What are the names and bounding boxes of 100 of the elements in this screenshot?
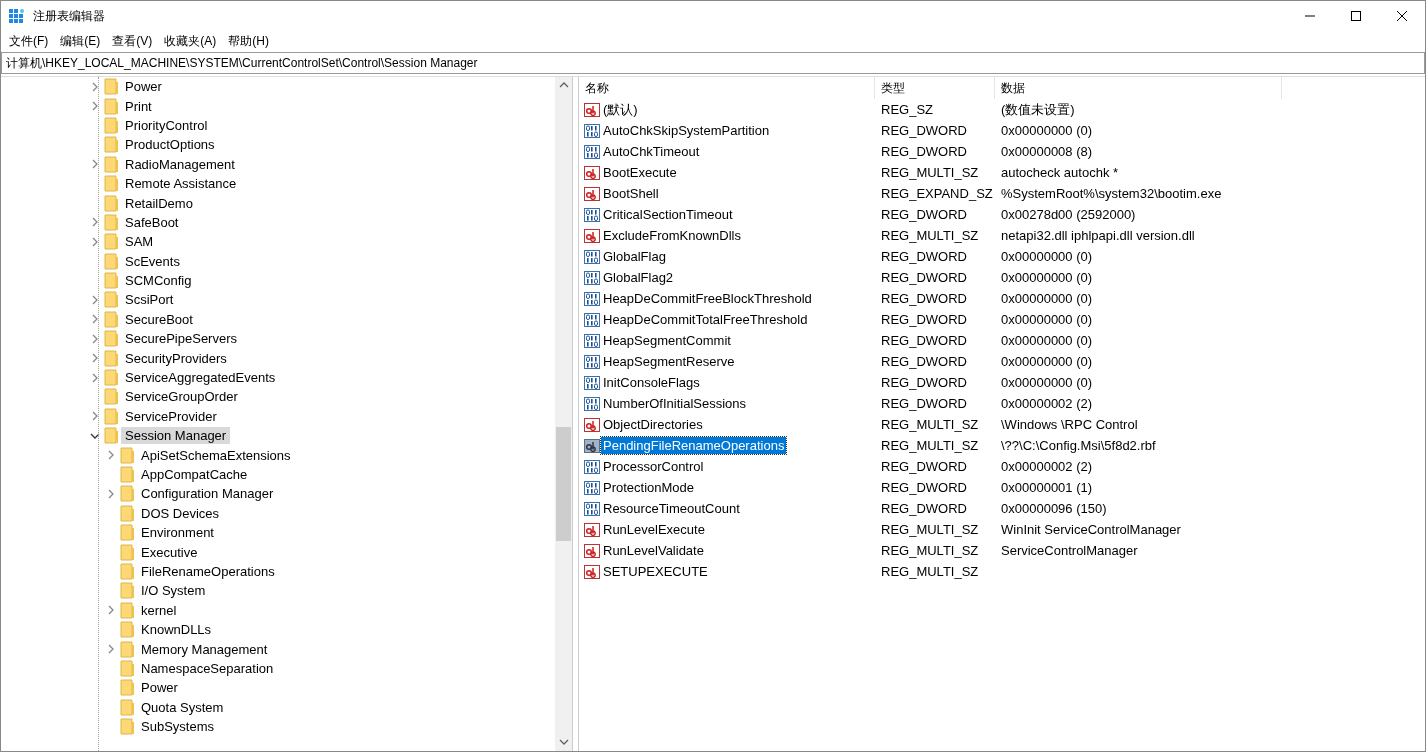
tree-item[interactable]: Memory Management — [137, 640, 272, 658]
tree-item[interactable]: Remote Assistance — [121, 175, 241, 193]
value-name[interactable]: PendingFileRenameOperations — [601, 437, 787, 454]
value-type: REG_DWORD — [880, 375, 968, 390]
tree-item[interactable]: Configuration Manager — [137, 485, 278, 503]
tree-item[interactable]: SubSystems — [137, 718, 218, 736]
tree-item[interactable]: SecureBoot — [121, 310, 197, 328]
value-data: \??\C:\Config.Msi\5f8d2.rbf — [1000, 438, 1157, 453]
tree-item[interactable]: ServiceGroupOrder — [121, 388, 242, 406]
menu-item[interactable]: 编辑(E) — [54, 31, 107, 52]
folder-icon — [104, 194, 119, 212]
value-name[interactable]: ExcludeFromKnownDlls — [601, 227, 743, 244]
value-type: REG_DWORD — [880, 501, 968, 516]
folder-icon — [120, 582, 135, 600]
tree-item[interactable]: FileRenameOperations — [137, 562, 279, 580]
value-name[interactable]: GlobalFlag — [601, 248, 668, 265]
tree-item[interactable]: PriorityControl — [121, 116, 212, 134]
value-name[interactable]: SETUPEXECUTE — [601, 563, 710, 580]
address-field[interactable]: 计算机\HKEY_LOCAL_MACHINE\SYSTEM\CurrentControlSet\Control\Session Manager — [1, 52, 1425, 74]
value-name[interactable]: ObjectDirectories — [601, 416, 705, 433]
folder-icon — [120, 659, 135, 677]
value-data: 0x00000000 (0) — [1000, 291, 1094, 306]
value-name[interactable]: AutoChkTimeout — [601, 143, 702, 160]
tree-item[interactable]: SafeBoot — [121, 213, 183, 231]
folder-icon — [104, 310, 119, 328]
tree-item[interactable]: ServiceProvider — [121, 407, 221, 425]
tree-item[interactable]: KnownDLLs — [137, 621, 216, 639]
menu-item[interactable]: 收藏夹(A) — [158, 31, 223, 52]
value-name[interactable]: GlobalFlag2 — [601, 269, 676, 286]
value-type: REG_SZ — [880, 102, 934, 117]
binary-value-icon — [584, 122, 600, 139]
scrollbar[interactable] — [555, 77, 572, 751]
folder-icon — [104, 78, 119, 96]
tree-item[interactable]: Environment — [137, 524, 218, 542]
tree-item[interactable]: SecurityProviders — [121, 349, 231, 367]
menu-item[interactable]: 帮助(H) — [222, 31, 275, 52]
string-value-icon — [584, 185, 600, 202]
binary-value-icon — [584, 248, 600, 265]
value-data: 0x00000000 (0) — [1000, 249, 1094, 264]
value-name[interactable]: AutoChkSkipSystemPartition — [601, 122, 772, 139]
tree-item[interactable]: AppCompatCache — [137, 466, 252, 483]
value-name[interactable]: HeapSegmentCommit — [601, 332, 733, 349]
value-name[interactable]: ProcessorControl — [601, 458, 706, 475]
value-type: REG_DWORD — [880, 354, 968, 369]
folder-icon — [120, 698, 135, 716]
value-name[interactable]: RunLevelValidate — [601, 542, 706, 559]
scrollbar-thumb[interactable] — [556, 427, 571, 541]
folder-icon — [120, 524, 135, 542]
column-header[interactable]: 类型 — [875, 77, 995, 99]
tree-item[interactable]: DOS Devices — [137, 504, 224, 522]
tree-item[interactable]: Power — [121, 78, 166, 96]
value-name[interactable]: RunLevelExecute — [601, 521, 707, 538]
value-name[interactable]: CriticalSectionTimeout — [601, 206, 735, 223]
value-data: 0x00000000 (0) — [1000, 354, 1094, 369]
tree-item[interactable]: Session Manager — [121, 427, 231, 445]
value-data: 0x00000096 (150) — [1000, 501, 1108, 516]
tree-item[interactable]: SecurePipeServers — [121, 330, 241, 348]
value-type: REG_MULTI_SZ — [880, 417, 980, 432]
column-header[interactable]: 数据 — [995, 77, 1282, 99]
binary-value-icon — [584, 353, 600, 370]
value-type: REG_MULTI_SZ — [880, 522, 980, 537]
value-name[interactable]: HeapDeCommitFreeBlockThreshold — [601, 290, 814, 307]
tree-item[interactable]: Print — [121, 97, 156, 115]
string-value-icon — [584, 563, 600, 580]
column-header[interactable]: 名称 — [579, 77, 875, 99]
folder-icon — [104, 349, 119, 367]
folder-icon — [120, 562, 135, 580]
tree-item[interactable]: SCMConfig — [121, 272, 196, 290]
value-data: 0x00000000 (0) — [1000, 312, 1094, 327]
menu-item[interactable]: 查看(V) — [106, 31, 159, 52]
value-name[interactable]: BootExecute — [601, 164, 679, 181]
value-name[interactable]: ProtectionMode — [601, 479, 697, 496]
value-data: \Windows \RPC Control — [1000, 417, 1139, 432]
tree-item[interactable]: kernel — [137, 601, 181, 619]
tree-item[interactable]: ProductOptions — [121, 136, 219, 154]
tree-item[interactable]: NamespaceSeparation — [137, 659, 278, 677]
value-name[interactable]: NumberOfInitialSessions — [601, 395, 749, 412]
value-name[interactable]: HeapDeCommitTotalFreeThreshold — [601, 311, 810, 328]
tree-item[interactable]: RetailDemo — [121, 194, 197, 212]
tree-item[interactable]: ScsiPort — [121, 291, 178, 309]
string-value-icon — [584, 164, 600, 181]
value-name[interactable]: (默认) — [601, 99, 640, 120]
value-type: REG_MULTI_SZ — [880, 564, 980, 579]
tree-item[interactable]: ServiceAggregatedEvents — [121, 369, 280, 387]
tree-item[interactable]: Power — [137, 679, 182, 697]
value-name[interactable]: InitConsoleFlags — [601, 374, 702, 391]
tree-item[interactable]: I/O System — [137, 582, 210, 600]
window-title: 注册表编辑器 — [33, 7, 106, 25]
tree-item[interactable]: Executive — [137, 543, 202, 561]
tree-item[interactable]: RadioManagement — [121, 155, 239, 173]
value-name[interactable]: HeapSegmentReserve — [601, 353, 737, 370]
tree-item[interactable]: Quota System — [137, 698, 228, 716]
value-name[interactable]: ResourceTimeoutCount — [601, 500, 742, 517]
tree-item[interactable]: SAM — [121, 233, 158, 251]
string-value-icon — [584, 227, 600, 244]
tree-item[interactable]: ScEvents — [121, 252, 184, 270]
tree-item[interactable]: ApiSetSchemaExtensions — [137, 446, 295, 464]
menu-item[interactable]: 文件(F) — [3, 31, 55, 52]
value-data: 0x00000000 (0) — [1000, 270, 1094, 285]
value-name[interactable]: BootShell — [601, 185, 661, 202]
